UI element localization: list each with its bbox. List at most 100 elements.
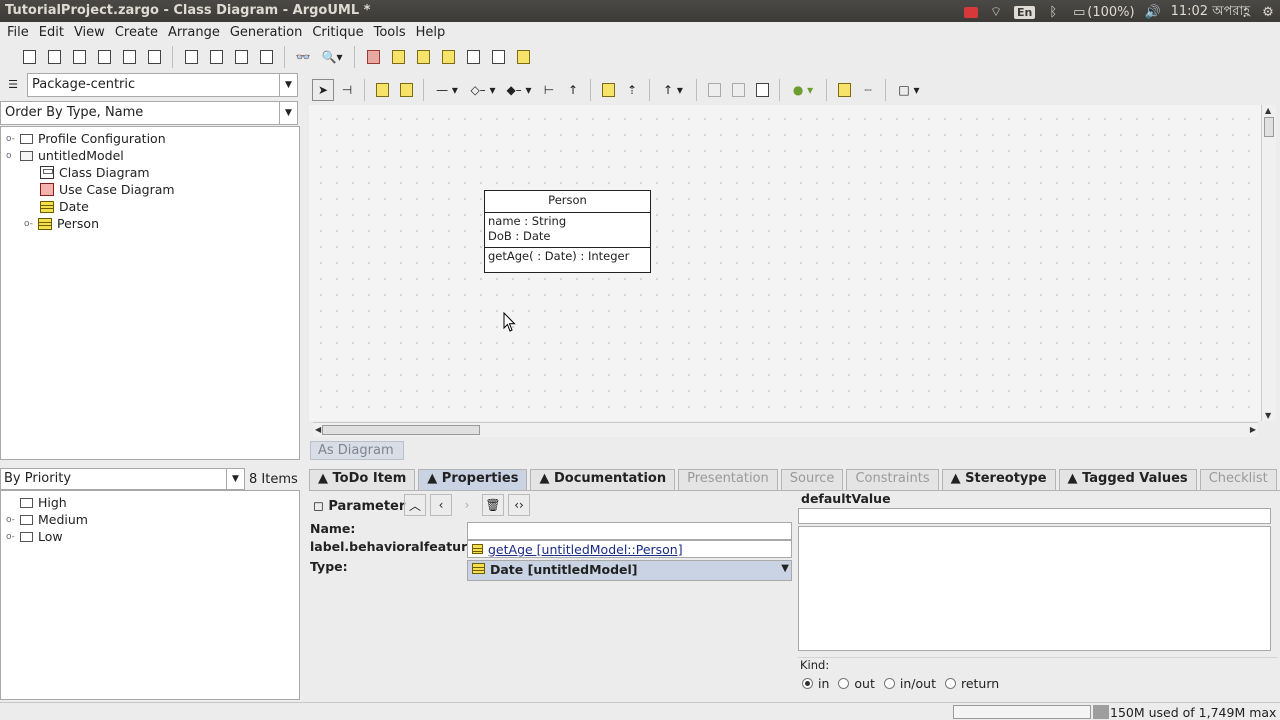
system-gear-icon[interactable]: ⚙ [1260, 5, 1276, 20]
menu-edit[interactable]: Edit [34, 25, 69, 40]
class-attribute[interactable]: DoB : Date [488, 229, 647, 244]
rectangle-tool-button[interactable]: □ ▾ [892, 79, 926, 101]
todo-group-high[interactable]: High [6, 494, 67, 511]
tab-checklist[interactable]: Checklist [1199, 469, 1277, 490]
inheritance-tool-button[interactable]: ↑ ▾ [656, 79, 690, 101]
new-comment-button[interactable] [833, 79, 855, 101]
menu-generation[interactable]: Generation [225, 25, 308, 40]
tree-item-person[interactable]: o- Person [24, 215, 99, 232]
new-sequence-diagram-button[interactable] [412, 46, 434, 68]
collapse-handle-icon[interactable]: o [6, 151, 16, 161]
menu-help[interactable]: Help [411, 25, 451, 40]
composition-tool-button[interactable]: ◆– ▾ [502, 79, 536, 101]
association-tool-button[interactable]: — ▾ [430, 79, 464, 101]
menu-tools[interactable]: Tools [369, 25, 411, 40]
wifi-icon[interactable]: ⌔ [988, 5, 1004, 20]
add-enumeration-button[interactable] [751, 79, 773, 101]
new-activity-diagram-button[interactable] [487, 46, 509, 68]
save-project-button[interactable] [93, 46, 115, 68]
save-as-button[interactable] [118, 46, 140, 68]
dependency-tool-button[interactable]: ⊢ [538, 79, 560, 101]
behavioral-feature-link[interactable]: getAge [untitledModel::Person] [488, 542, 683, 557]
scroll-left-icon[interactable]: ◀ [315, 425, 321, 434]
expand-handle-icon[interactable]: o- [6, 532, 16, 542]
realization-tool-button[interactable]: ⇡ [621, 79, 643, 101]
class-name[interactable]: Person [485, 191, 650, 213]
scrollbar-thumb[interactable] [1264, 117, 1274, 137]
todo-sort-select[interactable]: By Priority ▼ [0, 468, 245, 490]
menu-create[interactable]: Create [110, 25, 163, 40]
tree-item-untitled-model[interactable]: o untitledModel [6, 147, 124, 164]
expand-handle-icon[interactable]: o- [24, 219, 34, 229]
comment-link-button[interactable]: ┈ [857, 79, 879, 101]
close-project-button[interactable] [68, 46, 90, 68]
volume-icon[interactable]: 🔊 [1145, 5, 1161, 20]
menu-file[interactable]: File [2, 25, 34, 40]
todo-group-medium[interactable]: o- Medium [6, 511, 88, 528]
record-icon[interactable] [963, 7, 978, 18]
tab-stereotype[interactable]: ▲ Stereotype [941, 469, 1056, 490]
find-button[interactable]: 👓 [292, 46, 314, 68]
scrollbar-thumb[interactable] [322, 425, 480, 435]
scroll-up-icon[interactable]: ▲ [1265, 106, 1271, 115]
tab-constraints[interactable]: Constraints [846, 469, 939, 490]
generalization-tool-button[interactable]: ↑ [562, 79, 584, 101]
name-field[interactable] [467, 522, 792, 540]
menu-critique[interactable]: Critique [307, 25, 368, 40]
tab-tagged-values[interactable]: ▲ Tagged Values [1058, 469, 1197, 490]
kind-return-radio[interactable]: return [944, 676, 999, 691]
tree-item-use-case-diagram[interactable]: Use Case Diagram [40, 181, 175, 198]
tab-source[interactable]: Source [780, 469, 844, 490]
todo-group-low[interactable]: o- Low [6, 528, 63, 545]
aggregation-tool-button[interactable]: ◇– ▾ [466, 79, 500, 101]
vertical-scrollbar[interactable]: ▲ ▼ [1261, 105, 1276, 421]
tab-documentation[interactable]: ▲ Documentation [530, 469, 676, 490]
scroll-right-icon[interactable]: ▶ [1250, 425, 1256, 434]
order-select[interactable]: Order By Type, Name ▼ [0, 101, 298, 125]
navigate-up-button[interactable] [230, 46, 252, 68]
tree-item-class-diagram[interactable]: Class Diagram [40, 164, 150, 181]
new-package-button[interactable] [371, 79, 393, 101]
delete-element-button[interactable]: 🗑 [482, 494, 504, 516]
new-statechart-diagram-button[interactable] [462, 46, 484, 68]
tab-presentation[interactable]: Presentation [678, 469, 778, 490]
navigate-back-button[interactable]: ‹ [430, 494, 452, 516]
default-value-body-field[interactable] [798, 526, 1271, 651]
kind-in-radio[interactable]: in [802, 676, 829, 691]
keyboard-layout-indicator[interactable]: En [1013, 6, 1036, 19]
scroll-down-icon[interactable]: ▼ [1265, 411, 1271, 420]
tab-properties[interactable]: ▲ Properties [418, 469, 528, 490]
battery-indicator[interactable]: ▭ (100%) [1071, 5, 1134, 20]
tab-as-diagram[interactable]: As Diagram [310, 441, 404, 460]
new-class-button[interactable] [395, 79, 417, 101]
new-datatype-button[interactable]: ● ▾ [786, 79, 820, 101]
open-project-button[interactable] [43, 46, 65, 68]
tree-item-date[interactable]: Date [40, 198, 89, 215]
navigate-up-button[interactable]: ︿ [404, 494, 426, 516]
navigate-down-button[interactable] [255, 46, 277, 68]
new-class-diagram-button[interactable] [387, 46, 409, 68]
default-value-language-field[interactable] [798, 508, 1271, 524]
new-deployment-diagram-button[interactable] [512, 46, 534, 68]
class-operation[interactable]: getAge( : Date) : Integer [488, 249, 647, 264]
menu-arrange[interactable]: Arrange [163, 25, 225, 40]
new-collaboration-diagram-button[interactable] [437, 46, 459, 68]
new-reception-button[interactable]: ‹› [508, 494, 530, 516]
expand-handle-icon[interactable]: o- [6, 515, 16, 525]
explorer-config-icon[interactable]: ☰ [4, 73, 22, 95]
tree-item-profile-configuration[interactable]: o- Profile Configuration [6, 130, 166, 147]
class-operations-compartment[interactable]: getAge( : Date) : Integer [485, 248, 650, 265]
class-attribute[interactable]: name : String [488, 214, 647, 229]
tab-todo-item[interactable]: ▲ ToDo Item [309, 469, 416, 490]
print-button[interactable] [143, 46, 165, 68]
new-interface-button[interactable] [597, 79, 619, 101]
broom-tool-button[interactable]: ⊣ [336, 79, 358, 101]
menu-view[interactable]: View [69, 25, 110, 40]
new-project-button[interactable] [18, 46, 40, 68]
kind-out-radio[interactable]: out [838, 676, 875, 691]
perspective-select[interactable]: Package-centric ▼ [27, 73, 298, 97]
kind-inout-radio[interactable]: in/out [883, 676, 936, 691]
type-select[interactable]: Date [untitledModel] ▼ [467, 560, 792, 581]
find-in-diagram-button[interactable] [180, 46, 202, 68]
uml-class-person[interactable]: Person name : String DoB : Date getAge( … [484, 190, 651, 273]
